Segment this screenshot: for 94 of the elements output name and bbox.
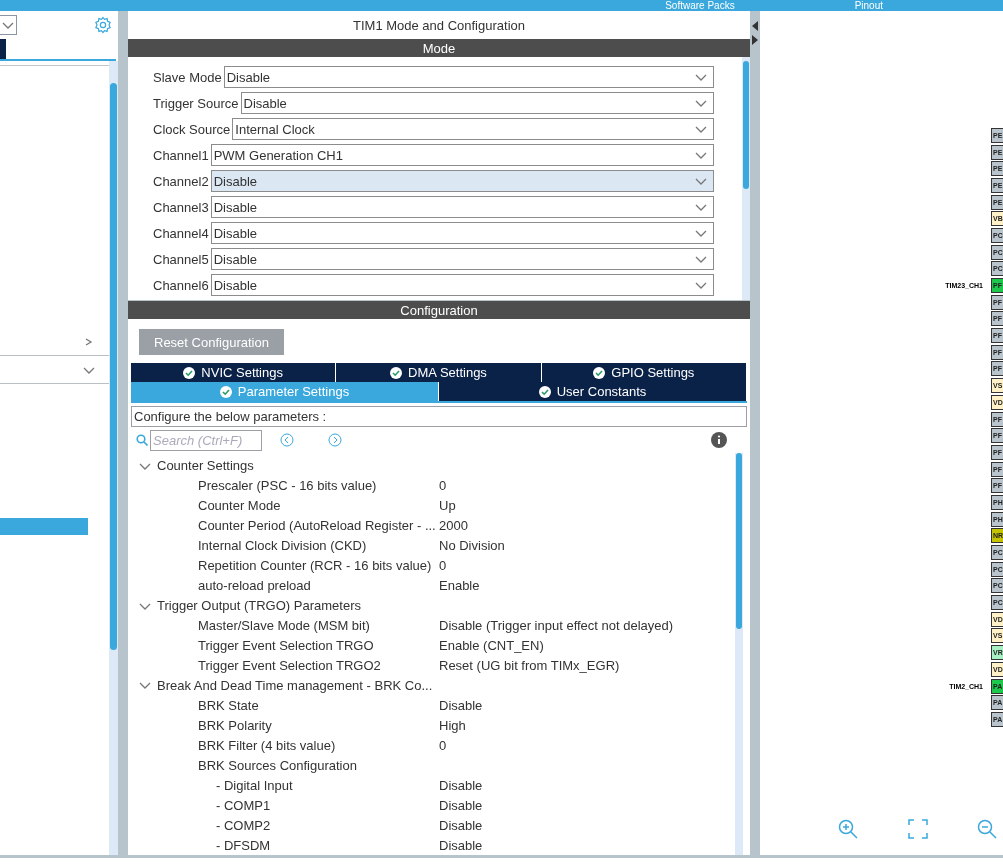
- tab[interactable]: NVIC Settings: [131, 363, 337, 382]
- chevron-down-icon: [695, 73, 707, 81]
- parameter-label: BRK Polarity: [198, 717, 273, 733]
- parameter-value[interactable]: 0: [439, 558, 447, 574]
- next-button[interactable]: [328, 433, 342, 447]
- chevron-down-icon: [695, 229, 707, 237]
- select-field[interactable]: Disable: [210, 170, 714, 192]
- parameter-value[interactable]: 2000: [439, 518, 468, 534]
- parameter-value[interactable]: 0: [439, 737, 447, 753]
- parameter-value[interactable]: Disable (Trigger input effect not delayed): [439, 618, 674, 634]
- parameter-label: Counter Mode: [198, 498, 282, 514]
- parameter-value[interactable]: High: [439, 717, 466, 733]
- chevron-down-icon: [83, 365, 95, 374]
- scrollbar[interactable]: [109, 61, 118, 855]
- scrollbar[interactable]: [735, 453, 743, 855]
- section-header: Configuration: [128, 301, 750, 319]
- zoom-out-icon[interactable]: [977, 819, 997, 839]
- field-label: Channel6: [153, 277, 209, 293]
- select-field[interactable]: Disable: [210, 248, 714, 270]
- parameter-label: - COMP2: [216, 817, 272, 833]
- info-icon[interactable]: [711, 432, 727, 448]
- field-label: Slave Mode: [153, 69, 222, 85]
- chevron-down-icon: [695, 255, 707, 263]
- expand-right-icon[interactable]: [751, 35, 759, 45]
- field-label: Channel2: [153, 173, 209, 189]
- chevron-down-icon: [695, 151, 707, 159]
- select-field[interactable]: PWM Generation CH1: [210, 144, 714, 166]
- parameter-value[interactable]: Disable: [439, 817, 483, 833]
- check-icon: [219, 385, 232, 398]
- parameter-label: BRK Sources Configuration: [198, 757, 358, 773]
- scrollbar[interactable]: [742, 57, 750, 300]
- tab[interactable]: User Constants: [439, 382, 747, 401]
- parameter-label: - Digital Input: [216, 777, 294, 793]
- dropdown-button[interactable]: [0, 15, 17, 35]
- field-label: Channel3: [153, 199, 209, 215]
- select-field[interactable]: Disable: [240, 92, 714, 114]
- parameter-value[interactable]: Reset (UG bit from TIMx_EGR): [439, 658, 620, 673]
- parameter-value[interactable]: No Division: [439, 538, 505, 554]
- group-label[interactable]: Trigger Output (TRGO) Parameters: [157, 598, 361, 614]
- parameter-label: Repetition Counter (RCR - 16 bits value): [198, 558, 433, 574]
- group-label[interactable]: Break And Dead Time management - BRK Co...: [157, 677, 433, 693]
- chevron-down-icon: [695, 203, 707, 211]
- field-label: Channel4: [153, 225, 209, 241]
- parameter-value[interactable]: Disable: [439, 837, 483, 853]
- check-icon: [390, 366, 403, 379]
- parameter-value[interactable]: Disable: [439, 697, 483, 713]
- chevron-down-icon: [2, 21, 14, 29]
- fit-to-screen-icon[interactable]: [907, 819, 928, 839]
- panel-title: TIM1 Mode and Configuration: [352, 16, 526, 35]
- select-field[interactable]: Disable: [210, 222, 714, 244]
- section-header: Mode: [128, 39, 750, 57]
- chevron-down-icon: [695, 99, 707, 107]
- parameter-label: BRK Filter (4 bits value): [198, 737, 337, 753]
- field-label: Clock Source: [153, 121, 231, 137]
- description-text: Configure the below parameters :: [131, 406, 747, 427]
- parameter-label: Prescaler (PSC - 16 bits value): [198, 478, 378, 494]
- check-icon: [593, 366, 606, 379]
- parameter-label: auto-reload preload: [198, 578, 312, 594]
- chevron-down-icon: [695, 177, 707, 185]
- parameter-label: Master/Slave Mode (MSM bit): [198, 618, 371, 634]
- zoom-in-icon[interactable]: [838, 819, 858, 839]
- parameter-value[interactable]: Enable: [439, 578, 480, 594]
- field-label: Channel5: [153, 251, 209, 267]
- check-icon: [538, 385, 551, 398]
- tab[interactable]: DMA Settings: [336, 363, 542, 382]
- chevron-down-icon: [695, 125, 707, 133]
- parameter-value[interactable]: Disable: [439, 797, 483, 813]
- search-icon: [136, 434, 148, 446]
- search-field[interactable]: Search (Ctrl+F): [150, 429, 262, 451]
- parameter-value[interactable]: Enable (CNT_EN): [439, 638, 544, 654]
- select-field[interactable]: Internal Clock: [232, 118, 714, 140]
- parameter-value[interactable]: Up: [439, 498, 456, 514]
- tab[interactable]: GPIO Settings: [541, 363, 747, 382]
- collapse-left-icon[interactable]: [751, 21, 759, 31]
- group-label[interactable]: Counter Settings: [157, 458, 254, 474]
- select-field[interactable]: Disable: [210, 274, 714, 296]
- parameter-label: Counter Period (AutoReload Register - ...: [198, 518, 437, 534]
- settings-icon[interactable]: [94, 16, 112, 34]
- parameter-label: Trigger Event Selection TRGO2: [198, 658, 382, 673]
- check-icon: [183, 366, 196, 379]
- parameter-label: Internal Clock Division (CKD): [198, 538, 368, 554]
- select-field[interactable]: Disable: [210, 196, 714, 218]
- field-label: Channel1: [153, 147, 209, 163]
- parameter-value[interactable]: 0: [439, 478, 447, 494]
- previous-button[interactable]: [280, 433, 294, 447]
- parameter-label: - DFSDM: [216, 837, 272, 853]
- field-label: Trigger Source: [153, 95, 239, 111]
- select-field[interactable]: Disable: [223, 66, 714, 88]
- parameter-label: Trigger Event Selection TRGO: [198, 638, 375, 654]
- parameter-value[interactable]: Disable: [439, 777, 483, 793]
- chevron-down-icon: [695, 281, 707, 289]
- tab-marker[interactable]: [0, 39, 6, 59]
- parameter-label: - COMP1: [216, 797, 272, 813]
- parameter-label: BRK State: [198, 697, 260, 713]
